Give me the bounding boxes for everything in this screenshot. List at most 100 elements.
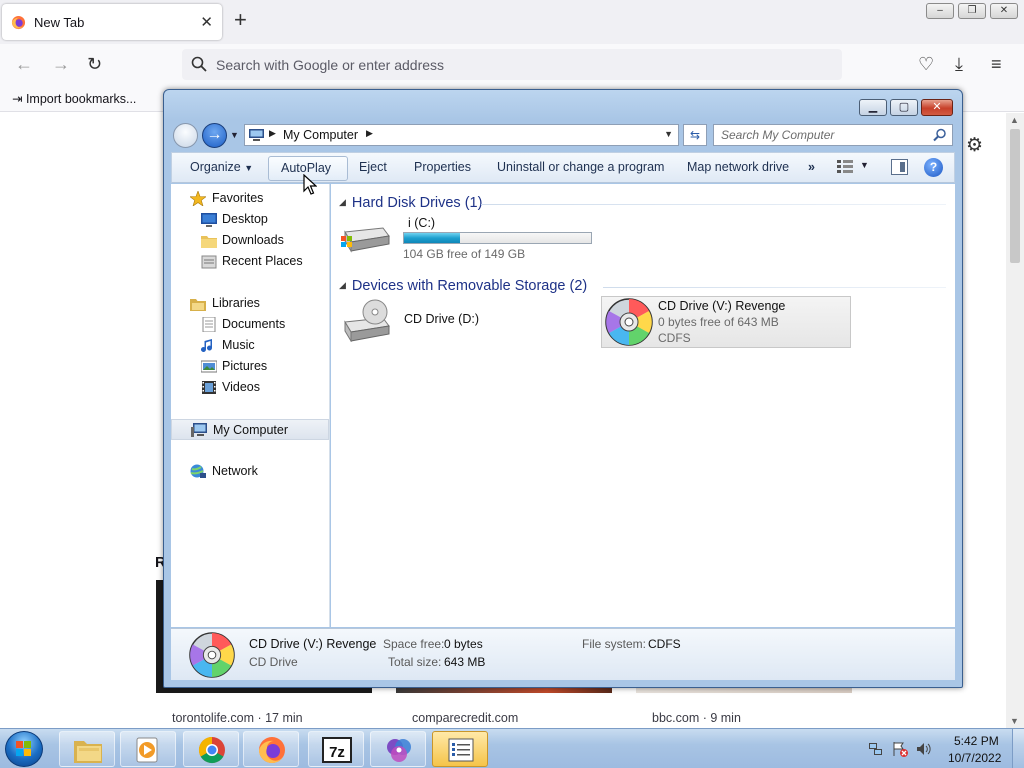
refresh-button[interactable]: ⇆ xyxy=(683,124,707,146)
address-placeholder: Search with Google or enter address xyxy=(216,57,445,73)
taskbar-notes-app[interactable] xyxy=(432,731,488,767)
view-options-dropdown[interactable]: ▼ xyxy=(860,160,869,170)
import-bookmarks-button[interactable]: ⇥ Import bookmarks... xyxy=(12,91,136,106)
network-status-icon[interactable] xyxy=(868,741,884,757)
nav-libraries[interactable]: Libraries xyxy=(171,293,329,314)
nav-recent-places[interactable]: Recent Places xyxy=(171,251,329,272)
clock-date[interactable]: 10/7/2022 xyxy=(948,751,1001,765)
properties-button[interactable]: Properties xyxy=(414,160,471,174)
group-header-removable-label: Devices with Removable Storage (2) xyxy=(351,278,588,294)
forward-icon[interactable]: → xyxy=(52,54,70,74)
nav-my-computer[interactable]: My Computer xyxy=(171,419,329,440)
cd-drive-icon xyxy=(344,299,390,342)
nav-videos[interactable]: Videos xyxy=(171,377,329,398)
group-header-removable[interactable]: ◢ Devices with Removable Storage (2) xyxy=(339,278,587,294)
tab-new-tab[interactable]: New Tab ✕ xyxy=(2,4,222,40)
maximize-icon: ▢ xyxy=(898,101,910,113)
details-space-free-value: 0 bytes xyxy=(444,637,483,651)
downloads-icon[interactable]: ⤓ xyxy=(955,54,963,74)
nav-documents-label: Documents xyxy=(222,317,286,331)
organize-button[interactable]: Organize ▼ xyxy=(190,160,253,174)
new-tab-button[interactable]: + xyxy=(234,9,247,31)
nav-downloads[interactable]: Downloads xyxy=(171,230,329,251)
search-box[interactable]: Search My Computer xyxy=(713,124,953,146)
drive-d[interactable]: CD Drive (D:) xyxy=(341,296,591,348)
taskbar-explorer[interactable] xyxy=(59,731,115,767)
recent-pages-dropdown[interactable]: ▼ xyxy=(230,130,239,140)
drive-c-free-space: 104 GB free of 149 GB xyxy=(403,247,526,261)
taskbar-7zip[interactable]: 7z xyxy=(308,731,364,767)
address-history-dropdown[interactable]: ▼ xyxy=(664,129,673,139)
taskbar-firefox[interactable] xyxy=(243,731,299,767)
browser-restore-button[interactable]: ❐ xyxy=(958,3,986,19)
minimize-icon: ▁ xyxy=(868,101,878,113)
story-source: comparecredit.com xyxy=(412,711,519,725)
details-pane: CD Drive (V:) Revenge CD Drive Space fre… xyxy=(171,628,955,680)
nav-desktop[interactable]: Desktop xyxy=(171,209,329,230)
nav-music-label: Music xyxy=(222,338,255,352)
change-view-icon[interactable] xyxy=(837,160,853,174)
taskbar-chrome[interactable] xyxy=(183,731,239,767)
close-button[interactable]: ✕ xyxy=(921,99,953,116)
7zip-icon: 7z xyxy=(322,737,352,763)
breadcrumb-arrow-icon[interactable]: ▶ xyxy=(269,128,276,139)
eject-button[interactable]: Eject xyxy=(359,160,387,174)
details-space-free-label: Space free: xyxy=(383,637,445,651)
breadcrumb-my-computer[interactable]: My Computer xyxy=(283,128,358,142)
search-placeholder: Search My Computer xyxy=(721,128,835,142)
group-header-hard-disks[interactable]: ◢ Hard Disk Drives (1) xyxy=(339,195,482,211)
uninstall-program-button[interactable]: Uninstall or change a program xyxy=(497,160,664,174)
taskbar-cd-burner[interactable] xyxy=(370,731,426,767)
collapse-triangle-icon: ◢ xyxy=(339,197,346,207)
scroll-up-icon[interactable]: ▲ xyxy=(1010,115,1019,125)
back-icon[interactable]: ← xyxy=(15,54,33,74)
scroll-down-icon[interactable]: ▼ xyxy=(1010,716,1019,726)
map-network-drive-button[interactable]: Map network drive xyxy=(687,160,789,174)
browser-close-button[interactable]: ✕ xyxy=(990,3,1018,19)
browser-minimize-button[interactable]: – xyxy=(926,3,954,19)
details-fs-value: CDFS xyxy=(648,637,681,651)
menu-icon[interactable]: ≡ xyxy=(991,54,1002,74)
pocket-icon[interactable]: ♡ xyxy=(918,54,934,74)
reload-icon[interactable]: ↻ xyxy=(87,54,102,74)
close-tab-icon[interactable]: ✕ xyxy=(200,13,213,31)
more-commands-button[interactable]: » xyxy=(808,160,815,174)
network-icon xyxy=(190,464,206,478)
computer-icon xyxy=(191,423,207,437)
address-bar[interactable]: Search with Google or enter address xyxy=(182,49,842,80)
nav-music[interactable]: Music xyxy=(171,335,329,356)
breadcrumb-arrow-icon[interactable]: ▶ xyxy=(366,128,373,139)
maximize-button[interactable]: ▢ xyxy=(890,99,918,116)
minimize-button[interactable]: ▁ xyxy=(859,99,887,116)
taskbar-media-player[interactable] xyxy=(120,731,176,767)
action-center-icon[interactable] xyxy=(892,741,908,757)
nav-pictures[interactable]: Pictures xyxy=(171,356,329,377)
clock-time[interactable]: 5:42 PM xyxy=(954,734,999,748)
forward-button[interactable]: → xyxy=(202,123,227,148)
music-icon xyxy=(201,339,212,352)
help-icon[interactable]: ? xyxy=(924,158,943,177)
desktop-icon xyxy=(201,213,217,227)
volume-icon[interactable] xyxy=(916,741,932,757)
nav-network[interactable]: Network xyxy=(171,461,329,482)
gear-icon[interactable]: ⚙ xyxy=(966,134,983,157)
group-divider xyxy=(481,204,946,205)
address-field[interactable]: ▶ My Computer ▶ ▼ xyxy=(244,124,679,146)
start-button[interactable] xyxy=(5,731,43,767)
nav-downloads-label: Downloads xyxy=(222,233,284,247)
back-button[interactable] xyxy=(173,123,198,148)
scrollbar-thumb[interactable] xyxy=(1010,129,1020,263)
mouse-cursor-icon xyxy=(303,174,317,195)
nav-documents[interactable]: Documents xyxy=(171,314,329,335)
cd-disc-icon xyxy=(189,632,235,678)
firefox-icon xyxy=(11,15,26,30)
show-desktop-button[interactable] xyxy=(1012,729,1024,768)
preview-pane-icon[interactable] xyxy=(891,159,908,175)
search-icon[interactable] xyxy=(933,128,947,142)
autoplay-label: AutoPlay xyxy=(281,161,332,175)
details-type: CD Drive xyxy=(249,655,298,669)
drive-v[interactable]: CD Drive (V:) Revenge 0 bytes free of 64… xyxy=(601,296,851,348)
svg-text:7z: 7z xyxy=(329,744,345,761)
command-bar: Organize ▼ AutoPlay Eject Properties Uni… xyxy=(171,152,955,183)
page-scrollbar[interactable]: ▲ ▼ xyxy=(1006,113,1024,728)
